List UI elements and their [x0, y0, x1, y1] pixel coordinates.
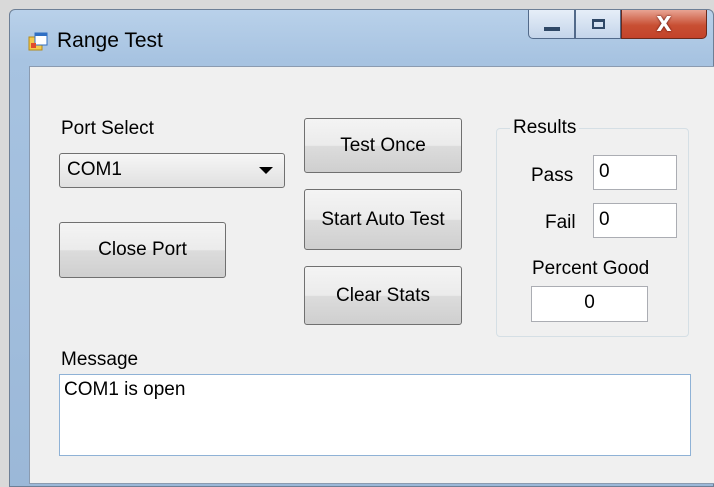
- results-group-title: Results: [510, 117, 580, 139]
- port-select-label: Port Select: [61, 118, 154, 139]
- message-text: COM1 is open: [64, 379, 186, 400]
- chevron-down-icon: [259, 167, 273, 174]
- pass-count-value: 0: [599, 161, 610, 182]
- close-window-button[interactable]: X: [621, 10, 707, 39]
- minimize-icon: [543, 27, 560, 31]
- percent-good-field[interactable]: 0: [531, 286, 648, 322]
- maximize-button[interactable]: [575, 10, 621, 39]
- close-port-button[interactable]: Close Port: [59, 222, 226, 278]
- port-select-dropdown[interactable]: COM1: [59, 153, 285, 188]
- pass-label: Pass: [531, 165, 574, 186]
- start-auto-test-button[interactable]: Start Auto Test: [304, 189, 462, 250]
- fail-count-field[interactable]: 0: [593, 203, 677, 238]
- minimize-button[interactable]: [528, 10, 575, 39]
- window-title: Range Test: [57, 29, 163, 52]
- app-window-icon: [28, 32, 48, 51]
- message-textarea[interactable]: COM1 is open: [59, 374, 691, 456]
- clear-stats-button[interactable]: Clear Stats: [304, 266, 462, 325]
- message-label: Message: [61, 349, 139, 370]
- port-select-value: COM1: [67, 159, 122, 180]
- percent-good-label: Percent Good: [532, 258, 650, 279]
- test-once-button[interactable]: Test Once: [304, 118, 462, 173]
- title-bar[interactable]: Range Test X: [10, 10, 713, 66]
- close-icon: X: [656, 12, 672, 36]
- form-client-area: Port Select COM1 Close Port Test Once St…: [29, 66, 714, 484]
- maximize-icon: [591, 19, 605, 29]
- percent-good-value: 0: [584, 292, 595, 313]
- app-window: Range Test X Port Select COM1 Close Port…: [9, 9, 714, 487]
- pass-count-field[interactable]: 0: [593, 155, 677, 190]
- fail-count-value: 0: [599, 209, 610, 230]
- fail-label: Fail: [545, 212, 576, 233]
